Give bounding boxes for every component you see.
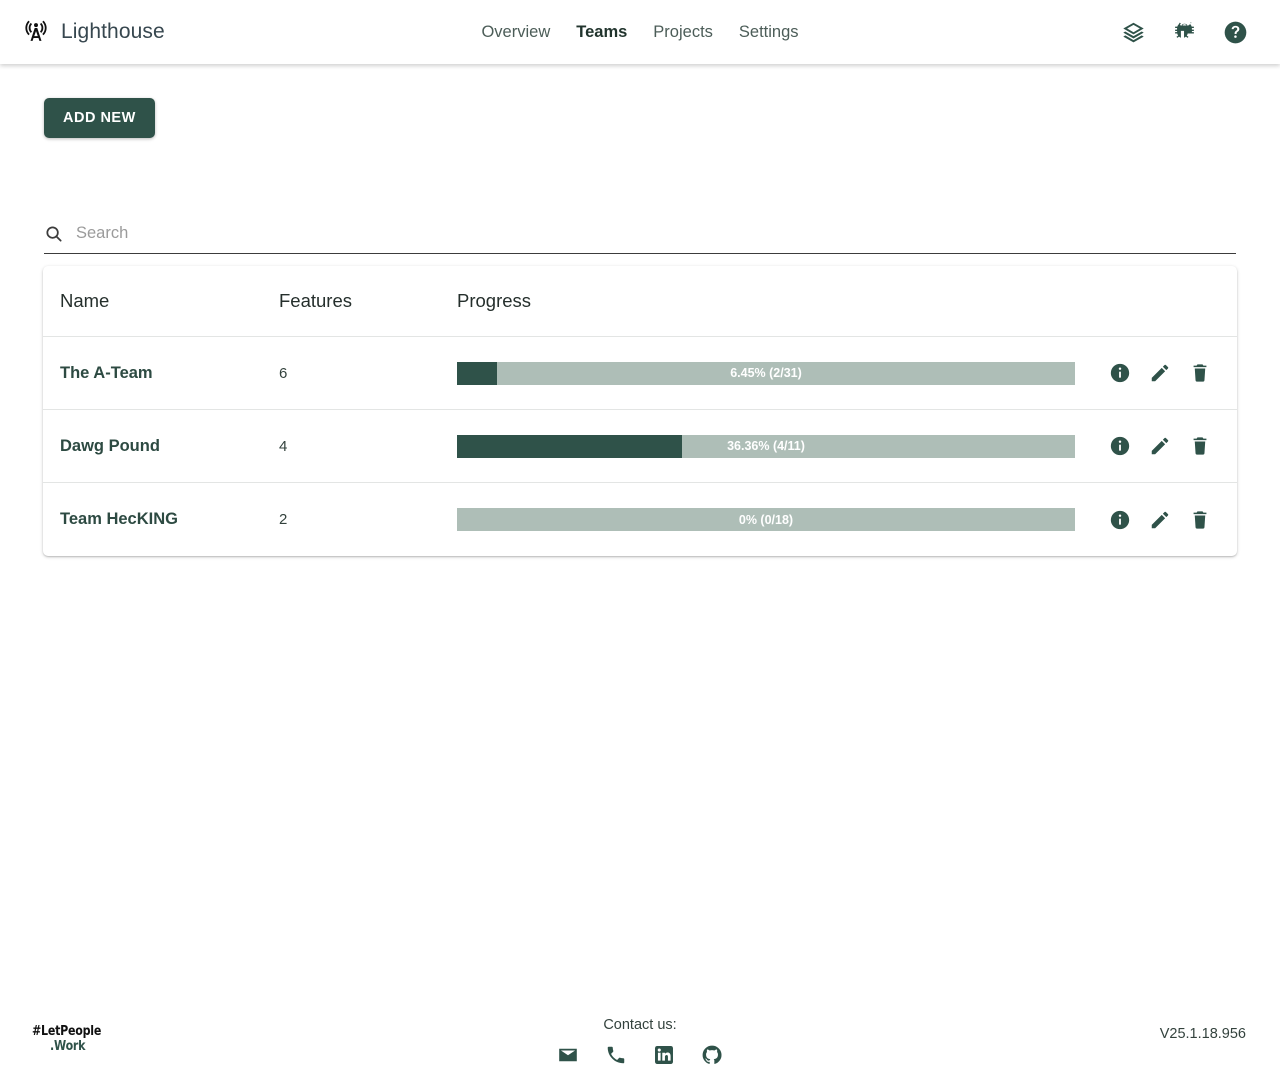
teams-table: Name Features Progress The A-Team 6 6.45… (43, 266, 1237, 556)
progress-bar-label: 36.36% (4/11) (727, 439, 805, 453)
info-icon[interactable] (1109, 435, 1131, 457)
team-progress-cell: 6.45% (2/31) (457, 361, 1083, 385)
progress-bar: 0% (0/18) (457, 508, 1075, 531)
pencil-icon[interactable] (1149, 362, 1171, 384)
table-header-row: Name Features Progress (43, 266, 1237, 337)
footer-logo-line2: .Work (50, 1038, 86, 1054)
team-progress-cell: 0% (0/18) (457, 508, 1083, 531)
trash-icon[interactable] (1189, 435, 1211, 457)
team-features-count: 6 (279, 364, 288, 382)
search-bar (44, 222, 1236, 254)
footer-logo-line1: #LetPeople (32, 1023, 102, 1039)
team-name: Dawg Pound (60, 436, 160, 455)
row-actions (1083, 362, 1237, 384)
progress-bar-label: 6.45% (2/31) (730, 366, 802, 380)
phone-icon[interactable] (605, 1044, 627, 1066)
search-input[interactable] (76, 222, 1236, 245)
progress-bar-label: 0% (0/18) (738, 512, 794, 527)
table-row[interactable]: The A-Team 6 6.45% (2/31) (43, 337, 1237, 410)
trash-icon[interactable] (1189, 509, 1211, 531)
main-navigation: Overview Teams Projects Settings (481, 23, 798, 42)
contact-title: Contact us: (603, 1017, 677, 1033)
email-icon[interactable] (557, 1044, 579, 1066)
github-icon[interactable] (701, 1044, 723, 1066)
brand-name: Lighthouse (61, 20, 165, 43)
app-footer: #LetPeople .Work Contact us: V25.1.18.95… (0, 984, 1280, 1080)
team-features-count: 4 (279, 437, 288, 455)
column-header-progress: Progress (457, 290, 532, 311)
nav-item-overview[interactable]: Overview (481, 23, 550, 42)
broadcast-tower-icon (22, 18, 50, 46)
table-row[interactable]: Team HecKING 2 0% (0/18) (43, 483, 1237, 556)
progress-bar: 6.45% (2/31) (457, 361, 1075, 385)
pencil-icon[interactable] (1149, 435, 1171, 457)
footer-social-links (557, 1044, 723, 1066)
bug-icon[interactable] (1172, 20, 1197, 45)
pencil-icon[interactable] (1149, 509, 1171, 531)
linkedin-icon[interactable] (653, 1044, 675, 1066)
add-new-button[interactable]: ADD NEW (44, 98, 155, 138)
info-icon[interactable] (1109, 509, 1131, 531)
table-row[interactable]: Dawg Pound 4 36.36% (4/11) (43, 410, 1237, 483)
team-progress-cell: 36.36% (4/11) (457, 434, 1083, 458)
footer-contact: Contact us: (557, 1017, 723, 1066)
search-icon (44, 224, 64, 244)
team-name: The A-Team (60, 363, 153, 382)
progress-bar: 36.36% (4/11) (457, 434, 1075, 458)
team-features-count: 2 (279, 511, 288, 528)
column-header-name: Name (60, 290, 110, 311)
layers-icon[interactable] (1121, 20, 1146, 45)
footer-logo: #LetPeople .Work (32, 1024, 101, 1054)
app-header: Lighthouse Overview Teams Projects Setti… (0, 0, 1280, 64)
row-actions (1083, 435, 1237, 457)
team-name: Team HecKING (60, 510, 178, 528)
help-circle-icon[interactable] (1223, 20, 1248, 45)
row-actions (1083, 509, 1237, 531)
trash-icon[interactable] (1189, 362, 1211, 384)
column-header-features: Features (279, 290, 353, 311)
nav-item-settings[interactable]: Settings (739, 23, 799, 42)
brand[interactable]: Lighthouse (22, 18, 165, 46)
page-content: ADD NEW Name Features Progress The A-Tea… (0, 64, 1280, 1080)
app-version: V25.1.18.956 (1159, 1026, 1246, 1042)
nav-item-teams[interactable]: Teams (576, 23, 627, 42)
nav-item-projects[interactable]: Projects (653, 23, 713, 42)
header-icon-group (1121, 20, 1248, 45)
info-icon[interactable] (1109, 362, 1131, 384)
